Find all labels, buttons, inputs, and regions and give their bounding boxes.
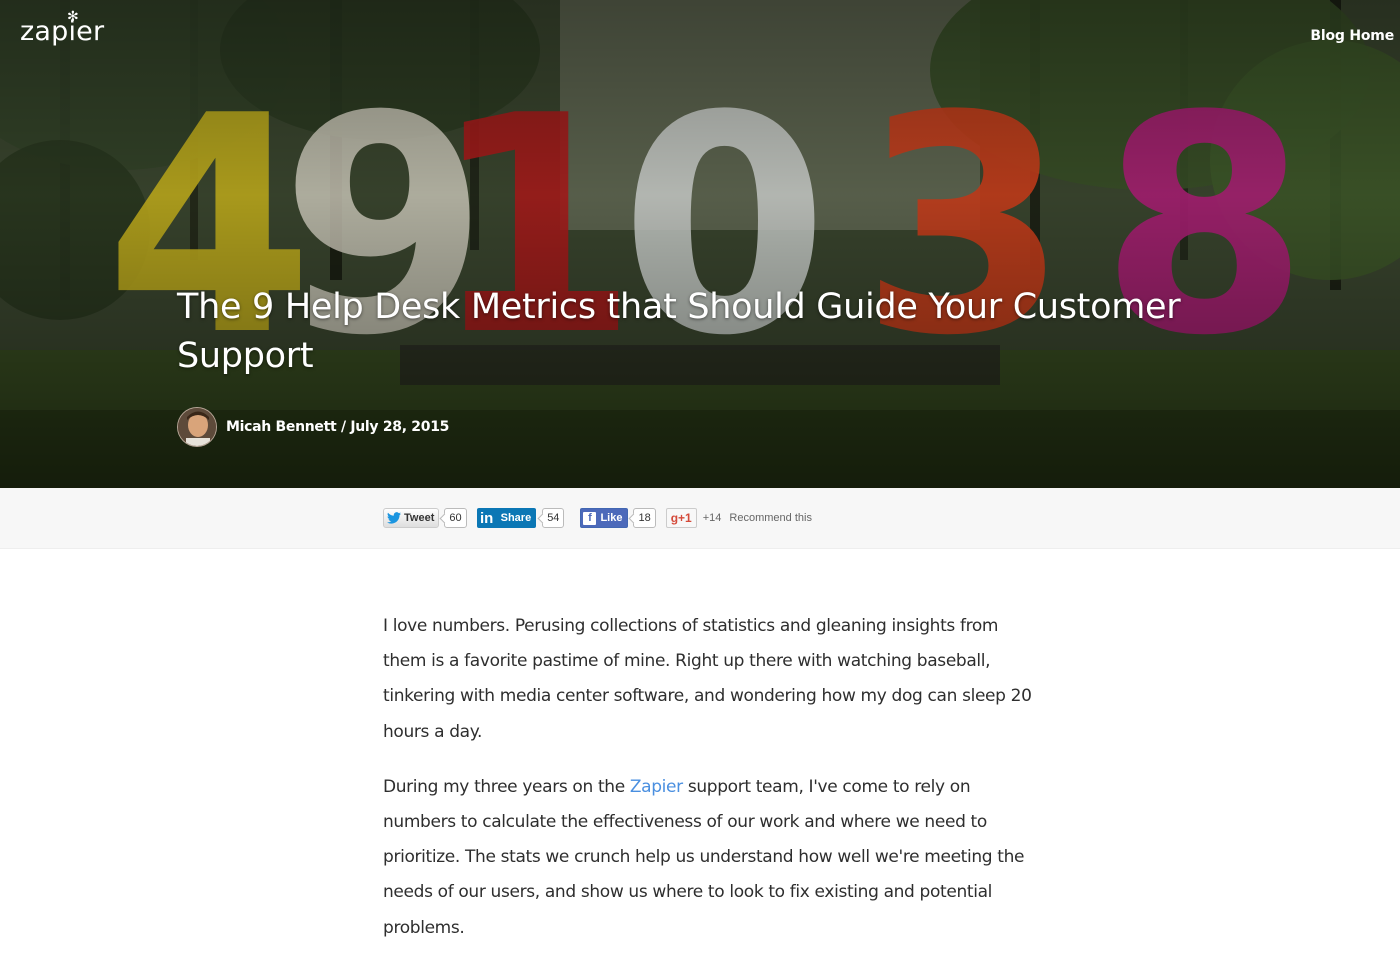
hero-banner: 4 9 1 0 3 8 zapier ✻ Blog Home The 9 Hel… <box>0 0 1400 488</box>
facebook-label: Like <box>600 512 623 524</box>
linkedin-count: 54 <box>542 508 565 528</box>
linkedin-share-button[interactable]: in Share <box>476 508 537 528</box>
linkedin-label: Share <box>500 512 532 524</box>
paragraph-2-end: support team, I've come to rely on numbe… <box>383 776 1025 938</box>
paragraph-2: During my three years on the Zapier supp… <box>383 770 1043 946</box>
facebook-like-button[interactable]: f Like <box>580 508 629 528</box>
facebook-count: 18 <box>633 508 656 528</box>
twitter-bird-icon <box>387 512 401 524</box>
recommend-text: Recommend this <box>729 512 812 524</box>
tweet-label: Tweet <box>404 512 435 524</box>
zapier-link[interactable]: Zapier <box>630 777 683 797</box>
facebook-icon: f <box>583 511 597 525</box>
share-buttons: Tweet 60 in Share 54 f Like 18 g +1 +14 R… <box>383 508 812 528</box>
google-plus-button[interactable]: g +1 <box>665 508 697 528</box>
logo-asterisk-icon: ✻ <box>67 9 79 25</box>
tweet-count: 60 <box>444 508 467 528</box>
logo-text: zapier <box>20 16 105 47</box>
blog-home-link[interactable]: Blog Home <box>1310 28 1394 44</box>
google-plus-count: +14 <box>702 512 722 524</box>
byline: Micah Bennett / July 28, 2015 <box>177 407 449 447</box>
paragraph-2-start: During my three years on the <box>383 776 630 797</box>
author-and-date: Micah Bennett / July 28, 2015 <box>226 419 450 435</box>
article-title: The 9 Help Desk Metrics that Should Guid… <box>177 287 1181 376</box>
zapier-logo[interactable]: zapier ✻ <box>20 10 105 47</box>
tweet-button[interactable]: Tweet <box>383 508 440 528</box>
paragraph-1: I love numbers. Perusing collections of … <box>383 616 1032 742</box>
author-avatar[interactable] <box>177 407 217 447</box>
linkedin-icon: in <box>479 509 494 527</box>
article-body: I love numbers. Perusing collections of … <box>383 609 1043 966</box>
google-plus-icon: g <box>670 511 679 525</box>
share-bar: Tweet 60 in Share 54 f Like 18 g +1 +14 R… <box>0 488 1400 549</box>
avatar-image <box>178 408 216 446</box>
google-plus-label: +1 <box>678 511 692 525</box>
